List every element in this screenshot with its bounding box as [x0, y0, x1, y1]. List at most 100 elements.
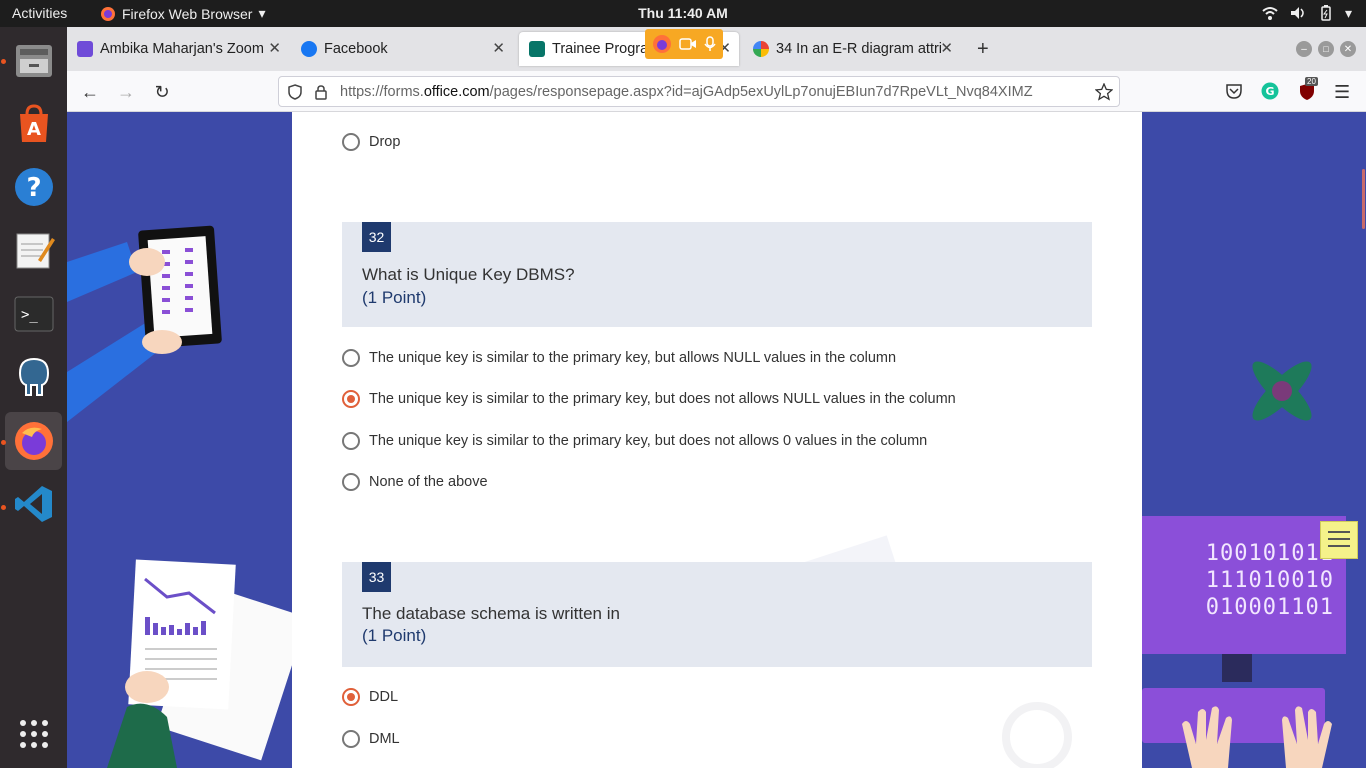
option-label: DDL: [369, 689, 399, 705]
dock-terminal[interactable]: >_: [5, 285, 62, 343]
new-tab-button[interactable]: +: [977, 38, 989, 61]
terminal-icon: >_: [14, 296, 53, 332]
tab-title: 34 In an E-R diagram attri: [776, 41, 943, 57]
back-button[interactable]: ←: [79, 81, 101, 103]
radio-button[interactable]: [342, 133, 360, 151]
activities-button[interactable]: Activities: [12, 5, 67, 21]
microphone-icon: [704, 36, 716, 51]
question-number: 33: [362, 562, 391, 592]
dock-ubuntu-software[interactable]: A: [5, 95, 62, 153]
documents-illustration: [107, 559, 297, 768]
reload-button[interactable]: ↻: [151, 81, 173, 103]
hands-tablet-illustration: [67, 225, 222, 422]
battery-icon: [1321, 5, 1331, 21]
nav-bar: ← → ↻ https://forms.office.com/pages/res…: [67, 71, 1366, 112]
radio-button-selected[interactable]: [342, 688, 360, 706]
volume-icon: [1290, 7, 1304, 19]
question-text: What is Unique Key DBMS?: [362, 265, 575, 284]
url-bar[interactable]: https://forms.office.com/pages/responsep…: [278, 76, 1120, 107]
hamburger-menu-icon[interactable]: ☰: [1334, 82, 1350, 103]
postgresql-elephant-icon: [18, 357, 49, 396]
shield-icon: [288, 84, 302, 100]
option-label: The unique key is similar to the primary…: [369, 433, 928, 449]
dock-vscode[interactable]: [5, 475, 62, 533]
question-32-header: 32 What is Unique Key DBMS? (1 Point): [342, 222, 1092, 327]
option-drop[interactable]: Drop: [342, 133, 400, 151]
radio-button[interactable]: [342, 432, 360, 450]
tab-bar: Ambika Maharjan's Zoom ✕ Facebook ✕ Trai…: [67, 27, 1366, 71]
vscode-icon: [14, 486, 52, 522]
q33-option-1[interactable]: DDL: [342, 688, 398, 706]
tab-zoom[interactable]: Ambika Maharjan's Zoom ✕: [67, 32, 289, 66]
sticky-note-icon: [1320, 521, 1358, 559]
tab-title: Ambika Maharjan's Zoom: [100, 41, 264, 57]
close-icon[interactable]: ✕: [268, 39, 281, 57]
option-label: None of the above: [369, 474, 488, 490]
grammarly-icon[interactable]: G: [1261, 82, 1279, 100]
close-icon[interactable]: ✕: [940, 39, 953, 57]
monitor-illustration: 100101011 111010010 010001101: [1142, 516, 1346, 654]
tab-trainee[interactable]: Trainee Progra ✕: [519, 29, 739, 66]
text-editor-icon: [16, 233, 55, 269]
option-label: The unique key is similar to the primary…: [369, 391, 956, 407]
bookmark-star-icon[interactable]: [1095, 83, 1113, 101]
app-menu[interactable]: Firefox Web Browser ▾: [100, 5, 265, 22]
ubuntu-software-icon: A: [19, 104, 48, 142]
svg-text:G: G: [1265, 85, 1274, 98]
ublock-extension[interactable]: 20: [1296, 77, 1318, 102]
url-text: https://forms.office.com/pages/responsep…: [340, 84, 1033, 100]
extension-badge: 20: [1305, 77, 1318, 86]
radio-button[interactable]: [342, 730, 360, 748]
close-icon[interactable]: ✕: [492, 39, 505, 57]
tab-title: Facebook: [324, 41, 388, 57]
dock-help[interactable]: ?: [5, 158, 62, 216]
monitor-stand: [1222, 654, 1252, 682]
tab-google[interactable]: 34 In an E-R diagram attri ✕: [743, 32, 963, 66]
dock: A ? >_: [0, 27, 67, 768]
q32-option-2[interactable]: The unique key is similar to the primary…: [342, 390, 956, 408]
radio-button[interactable]: [342, 349, 360, 367]
scrollbar-thumb[interactable]: [1362, 169, 1365, 229]
option-label: DML: [369, 731, 400, 747]
q32-option-4[interactable]: None of the above: [342, 473, 488, 491]
maximize-button[interactable]: □: [1318, 41, 1334, 57]
firefox-icon: [653, 35, 672, 53]
minimize-button[interactable]: –: [1296, 41, 1312, 57]
radio-button-selected[interactable]: [342, 390, 360, 408]
option-label: Drop: [369, 134, 401, 150]
camera-icon: [679, 38, 696, 50]
dock-text-editor[interactable]: [5, 221, 62, 279]
svg-text:A: A: [27, 119, 41, 140]
show-applications-icon: [19, 720, 48, 748]
tab-facebook[interactable]: Facebook ✕: [291, 32, 513, 66]
sharing-indicator[interactable]: [645, 29, 723, 59]
pocket-icon[interactable]: [1225, 82, 1243, 100]
q32-option-1[interactable]: The unique key is similar to the primary…: [342, 349, 896, 367]
radio-button[interactable]: [342, 473, 360, 491]
option-label: The unique key is similar to the primary…: [369, 350, 897, 366]
dock-pgadmin[interactable]: [5, 348, 62, 406]
q32-option-3[interactable]: The unique key is similar to the primary…: [342, 432, 927, 450]
files-icon: [15, 45, 52, 77]
close-window-button[interactable]: ✕: [1340, 41, 1356, 57]
facebook-favicon-icon: [301, 41, 317, 57]
leaf-decoration: [1252, 361, 1312, 421]
help-icon: ?: [14, 168, 53, 206]
system-tray[interactable]: ▾: [1261, 4, 1352, 22]
clock[interactable]: Thu 11:40 AM: [638, 5, 728, 21]
page-content: 100101011 111010010 010001101 Drop 32 Wh…: [67, 112, 1366, 768]
question-text: The database schema is written in: [362, 604, 620, 623]
form-body: Drop 32 What is Unique Key DBMS? (1 Poin…: [292, 112, 1142, 768]
zoom-favicon-icon: [77, 41, 93, 57]
dock-show-applications[interactable]: [5, 705, 62, 763]
lock-icon: [315, 85, 327, 100]
window-controls: – □ ✕: [1296, 41, 1356, 57]
q33-option-2[interactable]: DML: [342, 730, 400, 748]
svg-text:?: ?: [26, 173, 41, 203]
firefox-icon: [14, 422, 53, 460]
svg-text:>_: >_: [21, 307, 38, 323]
dock-files[interactable]: [5, 32, 62, 90]
forward-button[interactable]: →: [115, 81, 137, 103]
wifi-icon: [1262, 7, 1278, 20]
dock-firefox[interactable]: [5, 412, 62, 470]
